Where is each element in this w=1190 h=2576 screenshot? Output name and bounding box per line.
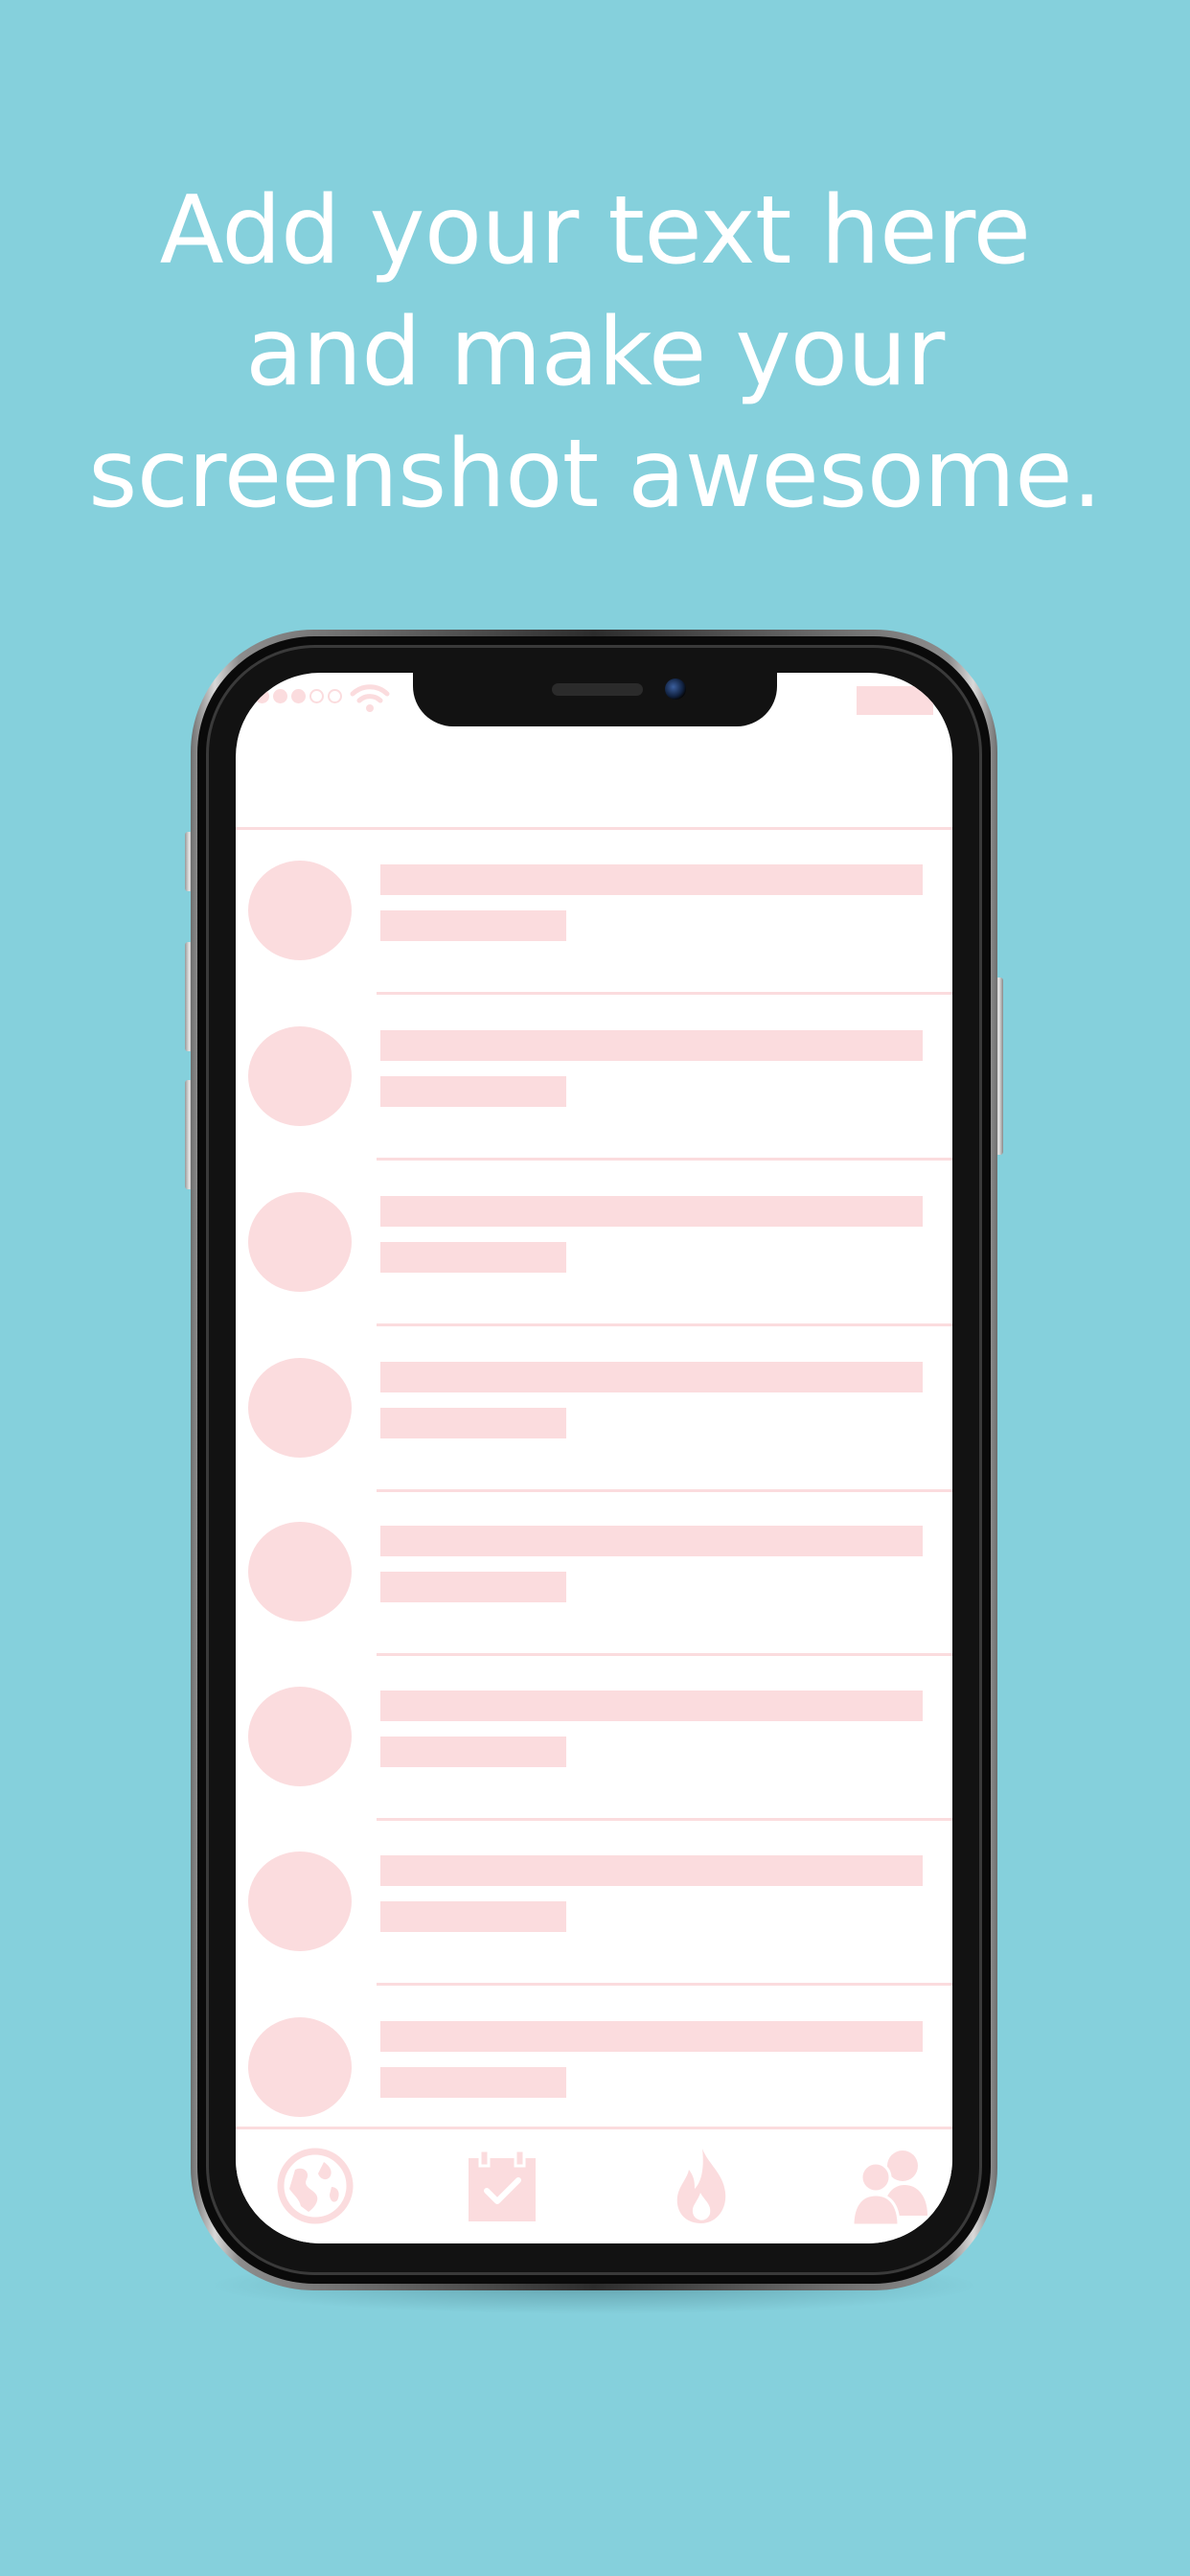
tab-trending[interactable] bbox=[658, 2143, 744, 2229]
subtitle-placeholder bbox=[380, 1901, 566, 1932]
globe-icon bbox=[277, 2148, 354, 2224]
avatar bbox=[248, 1522, 352, 1622]
flame-icon bbox=[676, 2149, 726, 2223]
title-placeholder bbox=[380, 1855, 923, 1886]
list-item[interactable] bbox=[236, 1327, 952, 1492]
subtitle-placeholder bbox=[380, 1572, 566, 1602]
tab-events[interactable] bbox=[459, 2143, 545, 2229]
list-item[interactable] bbox=[236, 830, 952, 995]
subtitle-placeholder bbox=[380, 2067, 566, 2098]
avatar bbox=[248, 1026, 352, 1126]
users-icon bbox=[851, 2150, 927, 2227]
title-placeholder bbox=[380, 1526, 923, 1556]
title-placeholder bbox=[380, 1030, 923, 1061]
title-placeholder bbox=[380, 864, 923, 895]
subtitle-placeholder bbox=[380, 1076, 566, 1107]
battery-icon bbox=[857, 686, 933, 715]
list-item[interactable] bbox=[236, 1656, 952, 1821]
subtitle-placeholder bbox=[380, 1736, 566, 1767]
front-camera bbox=[665, 678, 686, 700]
avatar bbox=[248, 1687, 352, 1786]
headline: Add your text here and make your screens… bbox=[88, 176, 1102, 529]
avatar bbox=[248, 861, 352, 960]
phone-screen bbox=[236, 673, 952, 2243]
speaker-grille bbox=[552, 683, 643, 696]
subtitle-placeholder bbox=[380, 1242, 566, 1273]
title-placeholder bbox=[380, 1196, 923, 1227]
notch bbox=[413, 673, 777, 726]
row-divider bbox=[377, 992, 952, 995]
list-item[interactable] bbox=[236, 1162, 952, 1326]
calendar-check-icon bbox=[469, 2149, 536, 2221]
tab-explore[interactable] bbox=[272, 2143, 358, 2229]
app-store-screenshot: Add your text here and make your screens… bbox=[0, 0, 1190, 2576]
row-divider bbox=[377, 1323, 952, 1326]
wifi-icon bbox=[350, 684, 390, 712]
avatar bbox=[248, 2017, 352, 2117]
title-placeholder bbox=[380, 1362, 923, 1392]
subtitle-placeholder bbox=[380, 1408, 566, 1438]
signal-dots-icon bbox=[255, 689, 342, 703]
avatar bbox=[248, 1852, 352, 1951]
phone-frame bbox=[191, 630, 997, 2290]
avatar bbox=[248, 1358, 352, 1458]
avatar bbox=[248, 1192, 352, 1292]
subtitle-placeholder bbox=[380, 910, 566, 941]
title-placeholder bbox=[380, 2021, 923, 2052]
row-divider bbox=[377, 1983, 952, 1986]
tab-bar bbox=[236, 2127, 952, 2243]
title-placeholder bbox=[380, 1690, 923, 1721]
list-item[interactable] bbox=[236, 1491, 952, 1656]
list-item[interactable] bbox=[236, 996, 952, 1161]
row-divider bbox=[377, 1158, 952, 1161]
list-item[interactable] bbox=[236, 1821, 952, 1986]
tab-people[interactable] bbox=[847, 2143, 933, 2229]
